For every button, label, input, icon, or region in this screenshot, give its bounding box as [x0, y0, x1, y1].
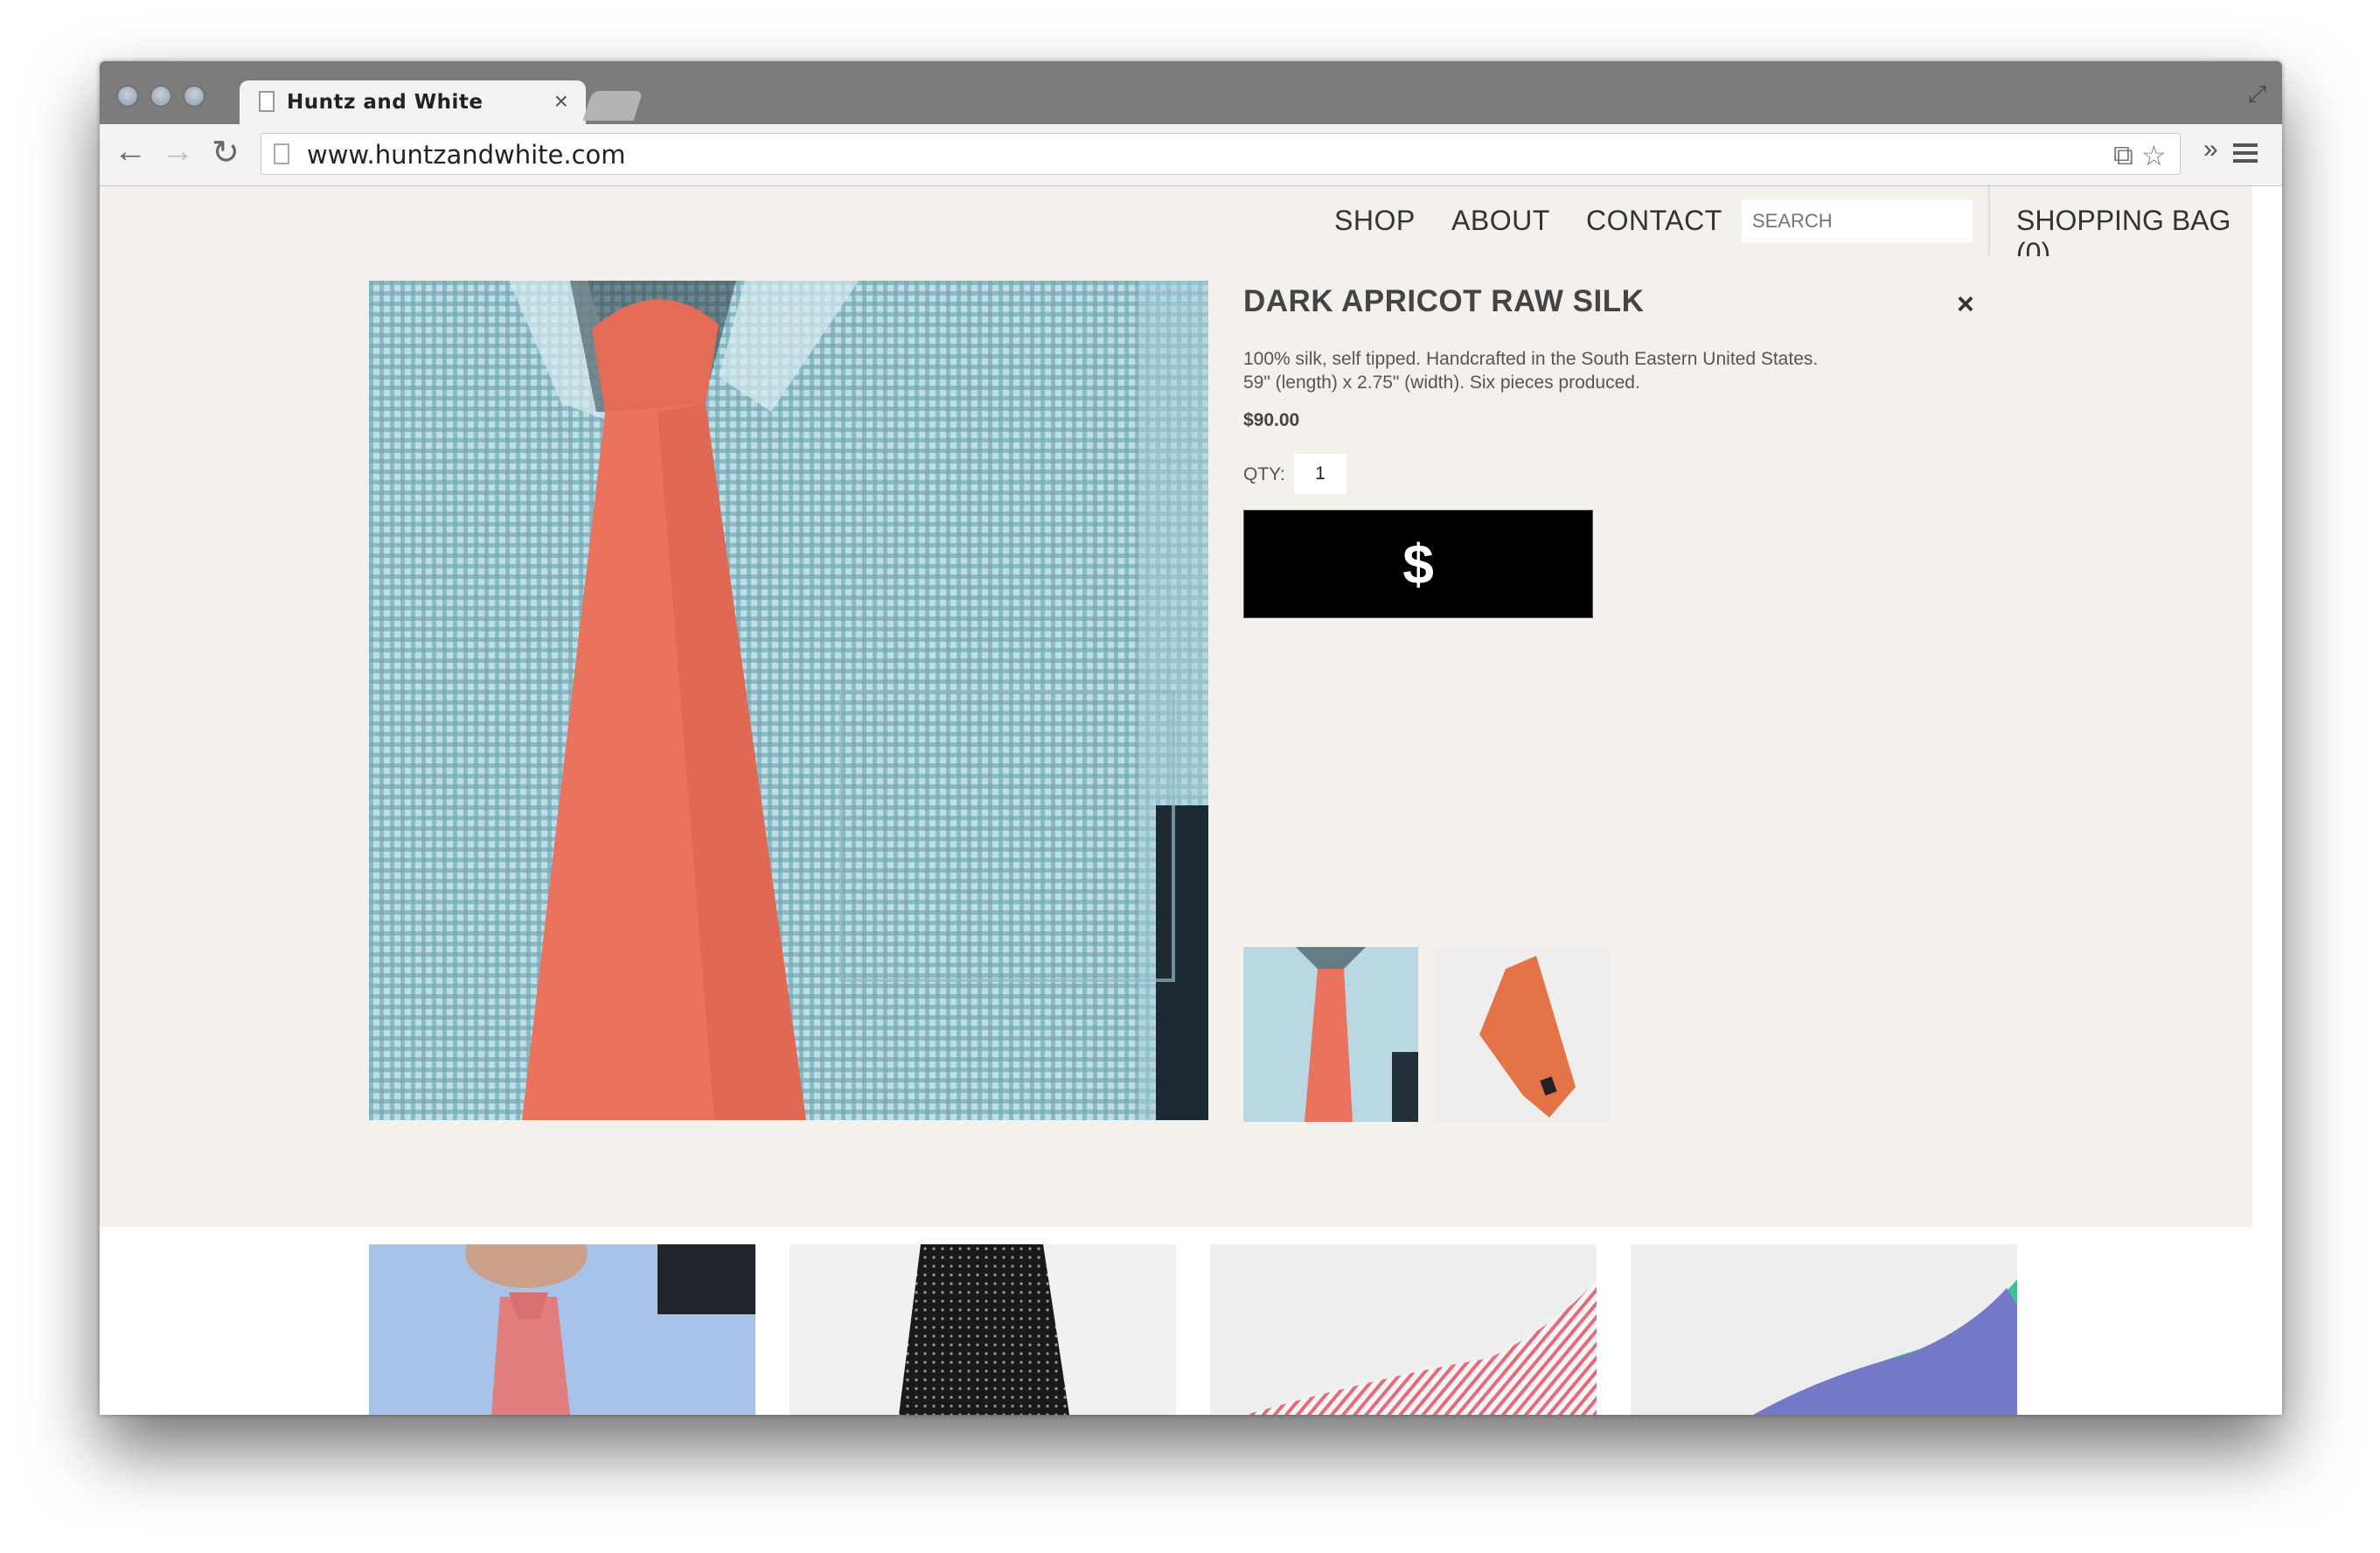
web-page: SHOP ABOUT CONTACT SHOPPING BAG (0) [100, 186, 2282, 1415]
fullscreen-icon[interactable]: ⤢ [2248, 80, 2266, 108]
forward-icon[interactable]: → [161, 133, 194, 171]
description-line: 100% silk, self tipped. Handcrafted in t… [1243, 349, 1819, 369]
quantity-label: QTY: [1243, 464, 1285, 484]
product-grid-item[interactable] [369, 1244, 755, 1415]
tab-strip: Huntz and White × ⤢ [100, 61, 2282, 124]
quantity-input[interactable] [1294, 454, 1347, 494]
browser-toolbar: ← → ↻ ⧉ ☆ » [100, 124, 2282, 186]
minimize-window-button[interactable] [150, 86, 171, 107]
product-thumbnail-worn[interactable] [1243, 947, 1418, 1122]
close-icon[interactable]: × [1957, 288, 1974, 322]
browser-menu-icon[interactable] [2233, 143, 2258, 164]
tab-close-icon[interactable]: × [554, 87, 568, 115]
header-divider [1988, 186, 1990, 256]
zoom-window-button[interactable] [184, 86, 205, 107]
product-thumbnail-flat[interactable] [1436, 947, 1611, 1122]
bookmark-star-icon[interactable]: ☆ [2141, 139, 2167, 172]
buy-button[interactable]: $ [1243, 510, 1593, 618]
reload-icon[interactable]: ↻ [212, 133, 240, 172]
extensions-overflow-icon[interactable]: » [2203, 135, 2218, 164]
new-tab-button[interactable] [582, 91, 644, 121]
address-bar[interactable]: ⧉ ☆ [261, 133, 2181, 175]
search-input[interactable] [1742, 200, 1973, 242]
product-description: 100% silk, self tipped. Handcrafted in t… [1243, 347, 1943, 394]
product-grid-item[interactable] [1210, 1244, 1597, 1415]
reader-mode-icon[interactable]: ⧉ [2113, 139, 2133, 172]
product-main-image [369, 281, 1208, 1120]
nav-contact[interactable]: CONTACT [1586, 205, 1722, 237]
browser-window: Huntz and White × ⤢ ← → ↻ ⧉ ☆ » SHOP ABO… [100, 61, 2282, 1415]
back-icon[interactable]: ← [114, 133, 147, 171]
dollar-icon: $ [1402, 533, 1434, 595]
tab-title: Huntz and White [287, 91, 484, 114]
description-line: 59" (length) x 2.75" (width). Six pieces… [1243, 373, 1640, 393]
product-detail-panel: DARK APRICOT RAW SILK × 100% silk, self … [100, 256, 2252, 1227]
product-price: $90.00 [1243, 410, 1300, 430]
browser-tab[interactable]: Huntz and White × [240, 80, 586, 124]
close-window-button[interactable] [117, 86, 138, 107]
nav-shop[interactable]: SHOP [1334, 205, 1416, 237]
site-header: SHOP ABOUT CONTACT SHOPPING BAG (0) [100, 186, 2252, 268]
product-grid-item[interactable] [790, 1244, 1176, 1415]
page-icon [259, 91, 275, 112]
page-icon [274, 143, 289, 164]
nav-about[interactable]: ABOUT [1451, 205, 1550, 237]
product-title: DARK APRICOT RAW SILK [1243, 284, 1645, 318]
url-input[interactable] [305, 137, 2057, 172]
product-grid-item[interactable] [1631, 1244, 2017, 1415]
